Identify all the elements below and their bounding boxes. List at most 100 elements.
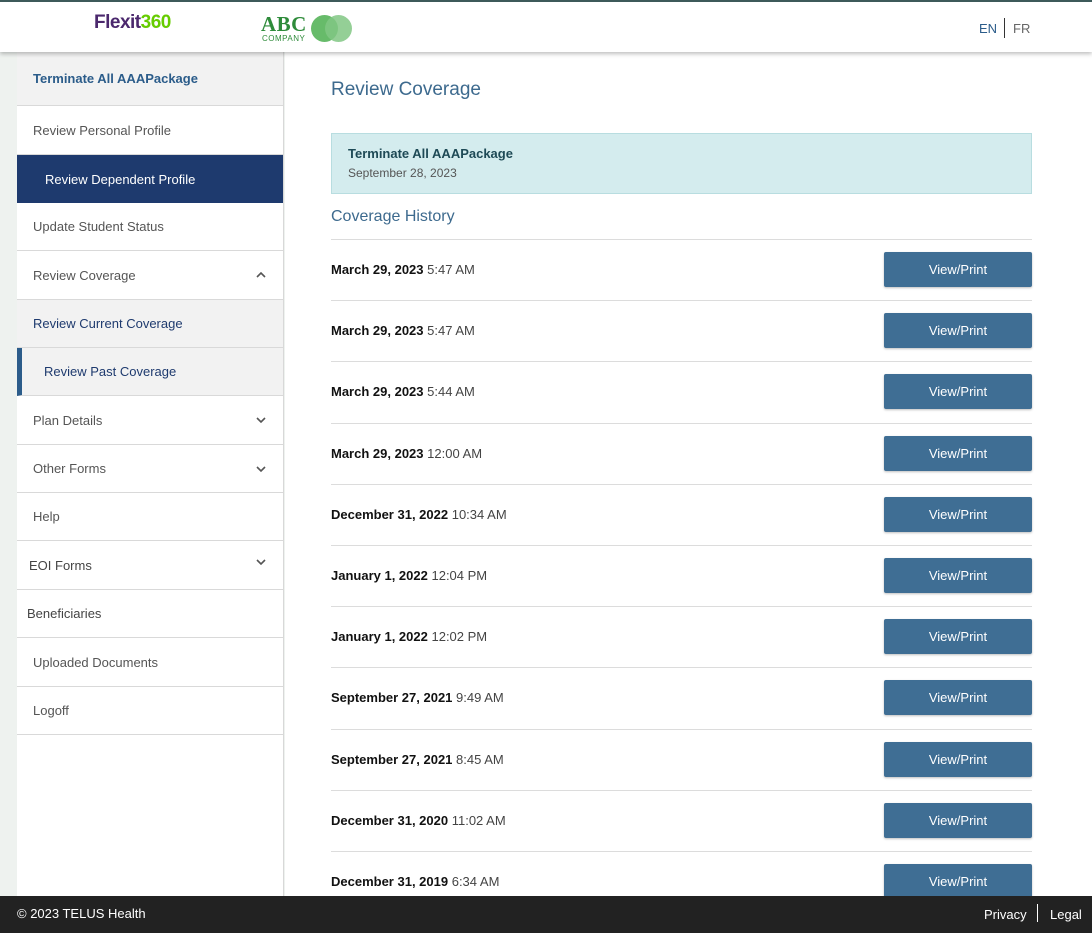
history-date: September 27, 2021 (331, 690, 453, 706)
lang-divider (1004, 18, 1005, 38)
sidebar-item-beneficiaries[interactable]: Beneficiaries (17, 590, 283, 638)
history-datetime: March 29, 2023 5:47 AM (331, 323, 475, 338)
chevron-down-icon[interactable] (255, 556, 267, 568)
footer-divider (1037, 904, 1038, 922)
sidebar-item-label: Beneficiaries (27, 606, 102, 621)
history-datetime: March 29, 2023 5:44 AM (331, 384, 475, 399)
chevron-down-icon[interactable] (255, 463, 267, 475)
legal-link[interactable]: Legal (1050, 907, 1082, 922)
coverage-history-list: March 29, 2023 5:47 AM View/Print March … (331, 239, 1032, 896)
coverage-history-title: Coverage History (331, 208, 455, 225)
sidebar-item-eoi-forms[interactable]: EOI Forms (17, 541, 283, 590)
list-item: September 27, 2021 9:49 AM View/Print (331, 668, 1032, 730)
history-time: 12:04 PM (431, 567, 488, 583)
history-datetime: December 31, 2019 6:34 AM (331, 874, 499, 889)
sidebar-item-review-dependent-profile[interactable]: Review Dependent Profile (17, 155, 283, 203)
view-print-button[interactable]: View/Print (884, 374, 1032, 410)
sidebar-item-review-current-coverage[interactable]: Review Current Coverage (17, 300, 283, 348)
history-datetime: March 29, 2023 12:00 AM (331, 446, 482, 461)
lang-fr-link[interactable]: FR (1013, 21, 1030, 36)
history-time: 5:47 AM (427, 323, 475, 339)
history-date: March 29, 2023 (331, 384, 424, 400)
chevron-down-icon[interactable] (255, 414, 267, 426)
history-date: March 29, 2023 (331, 262, 424, 277)
history-date: December 31, 2019 (331, 873, 449, 889)
sidebar-item-label: Uploaded Documents (33, 654, 159, 670)
sidebar-item-logoff[interactable]: Logoff (17, 687, 283, 735)
banner-title: Terminate All AAAPackage (348, 146, 513, 161)
view-print-button[interactable]: View/Print (884, 313, 1032, 349)
history-date: January 1, 2022 (331, 629, 428, 645)
sidebar-item-label: Review Past Coverage (44, 364, 177, 379)
view-print-button[interactable]: View/Print (884, 863, 1032, 896)
history-datetime: January 1, 2022 12:02 PM (331, 629, 487, 644)
main-content: Review Coverage Terminate All AAAPackage… (285, 52, 1092, 896)
sidebar-item-terminate[interactable]: Terminate All AAAPackage (17, 52, 283, 106)
history-time: 8:45 AM (456, 751, 504, 767)
abc-company-logo: ABC COMPANY (261, 12, 361, 44)
list-item: January 1, 2022 12:02 PM View/Print (331, 607, 1032, 669)
lang-en-link[interactable]: EN (979, 21, 997, 36)
sidebar-item-review-personal-profile[interactable]: Review Personal Profile (17, 106, 283, 155)
sidebar-item-other-forms[interactable]: Other Forms (17, 445, 283, 493)
view-print-button[interactable]: View/Print (884, 680, 1032, 716)
view-print-button[interactable]: View/Print (884, 435, 1032, 471)
history-datetime: September 27, 2021 9:49 AM (331, 690, 504, 705)
list-item: March 29, 2023 5:44 AM View/Print (331, 362, 1032, 424)
logo-circle-icon (325, 15, 352, 42)
list-item: September 27, 2021 8:45 AM View/Print (331, 730, 1032, 791)
logo-abc-sub: COMPANY (262, 34, 306, 43)
view-print-button[interactable]: View/Print (884, 619, 1032, 655)
history-date: December 31, 2022 (331, 506, 449, 522)
list-item: March 29, 2023 5:47 AM View/Print (331, 240, 1032, 302)
history-date: January 1, 2022 (331, 567, 428, 583)
view-print-button[interactable]: View/Print (884, 557, 1032, 593)
sidebar-item-uploaded-documents[interactable]: Uploaded Documents (17, 638, 283, 687)
sidebar-item-label: Terminate All AAAPackage (33, 71, 198, 86)
sidebar-item-review-past-coverage[interactable]: Review Past Coverage (17, 348, 283, 396)
list-item: December 31, 2019 6:34 AM View/Print (331, 852, 1032, 896)
history-time: 6:34 AM (451, 873, 500, 889)
page-title: Review Coverage (331, 79, 481, 100)
sidebar-item-review-coverage[interactable]: Review Coverage (17, 251, 283, 300)
history-time: 9:49 AM (456, 690, 504, 706)
sidebar-item-label: Plan Details (33, 412, 103, 428)
history-date: December 31, 2020 (331, 812, 449, 828)
history-date: September 27, 2021 (331, 751, 453, 767)
flexit360-logo[interactable]: Flexit360 (94, 12, 171, 34)
history-time: 12:02 PM (431, 629, 488, 645)
privacy-link[interactable]: Privacy (984, 907, 1027, 922)
sidebar-item-label: Review Coverage (33, 267, 136, 283)
sidebar-item-plan-details[interactable]: Plan Details (17, 396, 283, 445)
logo-360-text: 360 (140, 12, 172, 33)
sidebar-item-update-student-status[interactable]: Update Student Status (17, 203, 283, 251)
sidebar-item-label: Logoff (33, 703, 69, 718)
history-time: 5:44 AM (427, 384, 475, 400)
history-time: 11:02 AM (451, 812, 506, 828)
history-datetime: March 29, 2023 5:47 AM (331, 262, 475, 277)
sidebar-item-label: Review Dependent Profile (45, 171, 196, 187)
banner-date: September 28, 2023 (348, 166, 457, 180)
chevron-up-icon[interactable] (255, 269, 267, 281)
history-time: 5:47 AM (427, 262, 475, 277)
sidebar-item-label: EOI Forms (29, 557, 92, 573)
sidebar-item-label: Review Current Coverage (33, 316, 183, 331)
view-print-button[interactable]: View/Print (884, 496, 1032, 532)
view-print-button[interactable]: View/Print (884, 802, 1032, 838)
sidebar-item-label: Other Forms (33, 461, 106, 476)
list-item: December 31, 2020 11:02 AM View/Print (331, 791, 1032, 852)
list-item: March 29, 2023 12:00 AM View/Print (331, 424, 1032, 485)
view-print-button[interactable]: View/Print (884, 741, 1032, 777)
history-datetime: December 31, 2020 11:02 AM (331, 813, 506, 828)
logo-flexit-text: Flexit (94, 12, 141, 33)
list-item: December 31, 2022 10:34 AM View/Print (331, 485, 1032, 546)
sidebar-item-help[interactable]: Help (17, 493, 283, 541)
sidebar-item-label: Help (33, 509, 60, 524)
page-footer: © 2023 TELUS Health Privacy Legal (0, 896, 1092, 933)
list-item: March 29, 2023 5:47 AM View/Print (331, 301, 1032, 363)
view-print-button[interactable]: View/Print (884, 252, 1032, 287)
history-date: March 29, 2023 (331, 445, 424, 461)
history-date: March 29, 2023 (331, 323, 424, 339)
package-banner: Terminate All AAAPackage September 28, 2… (331, 133, 1032, 194)
history-datetime: September 27, 2021 8:45 AM (331, 752, 504, 767)
